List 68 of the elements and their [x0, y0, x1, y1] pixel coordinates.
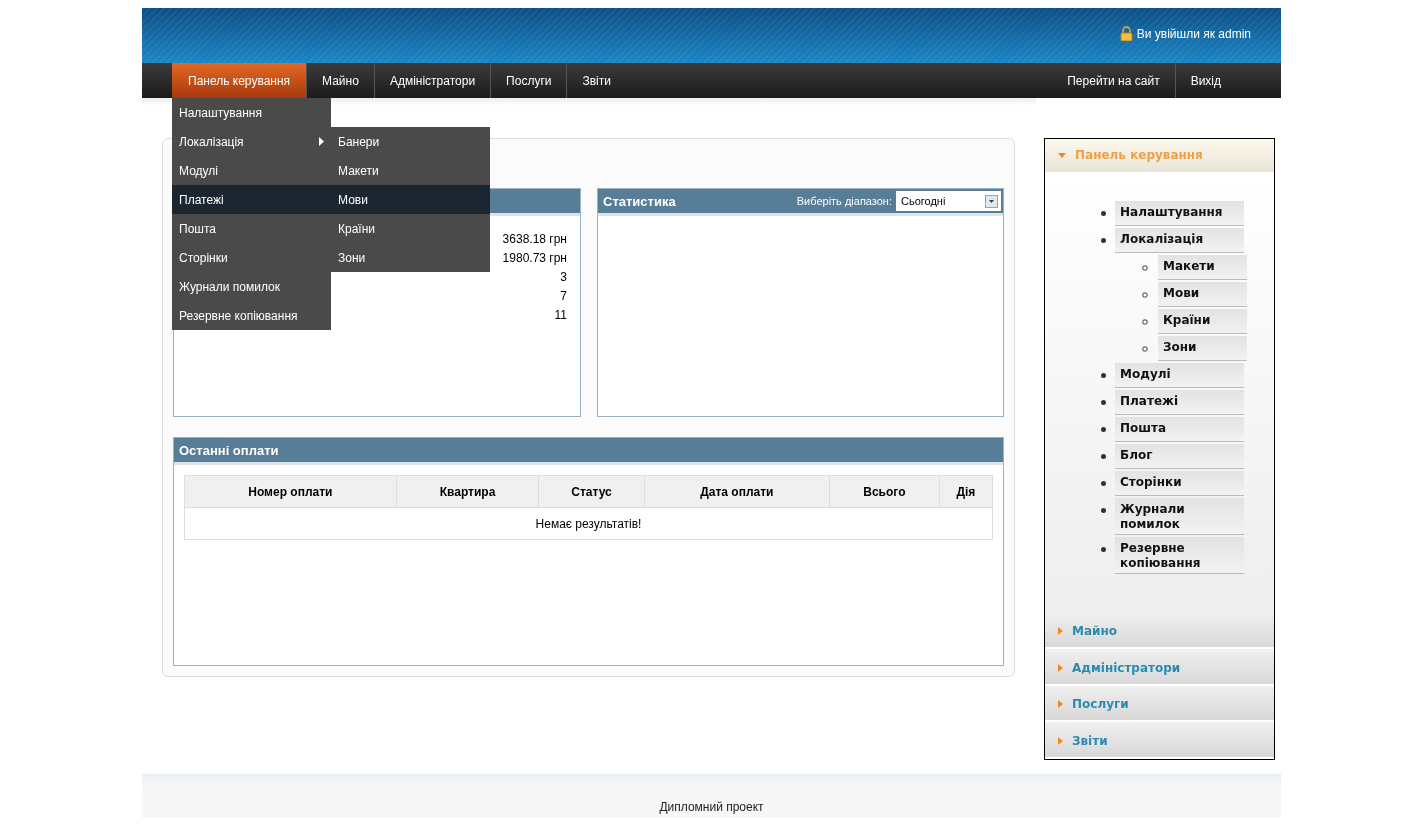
sidebar-link[interactable]: Країни [1158, 308, 1247, 334]
empty-message: Немає результатів! [184, 507, 993, 540]
menu-item[interactable]: Налаштування [172, 98, 331, 127]
circle-bullet-icon [1142, 291, 1148, 298]
summary-value: 11 [554, 307, 567, 324]
column-header: Дія [939, 475, 993, 508]
menu-item[interactable]: Зони [331, 243, 490, 272]
bullet-icon [1101, 426, 1106, 432]
menu-item[interactable]: Банери [331, 127, 490, 156]
sidebar-link[interactable]: Локалізація [1115, 227, 1244, 253]
summary-value: 3 [560, 269, 567, 286]
sidebar-link[interactable]: Резервне копіювання [1115, 536, 1244, 574]
panel-title: Статистика [603, 193, 677, 209]
menu-item[interactable]: Локалізація [172, 127, 331, 156]
lock-icon [1119, 26, 1133, 41]
column-header: Всього [829, 475, 940, 508]
sidebar-link[interactable]: Налаштування [1115, 200, 1244, 226]
nav-tab[interactable]: Звіти [567, 63, 626, 98]
caret-right-icon [1058, 736, 1063, 745]
menu-item[interactable]: Мови [331, 185, 490, 214]
menu-item[interactable]: Модулі [172, 156, 331, 185]
bullet-icon [1101, 237, 1106, 243]
nav-tab[interactable]: Панель керування [172, 63, 308, 98]
nav-link[interactable]: Вихід [1175, 63, 1236, 98]
sidebar-link[interactable]: Мови [1158, 281, 1247, 307]
panel-title: Останні оплати [179, 442, 280, 458]
login-status: Ви увійшли як admin [1136, 26, 1251, 41]
sidebar-link[interactable]: Макети [1158, 254, 1247, 280]
bullet-icon [1101, 480, 1106, 486]
range-label: Виберіть діапазон: [796, 195, 892, 207]
summary-value: 7 [560, 288, 567, 305]
sidebar-link[interactable]: Модулі [1115, 362, 1244, 388]
menu-item[interactable]: Макети [331, 156, 490, 185]
footer-text: Дипломний проект [659, 800, 764, 814]
caret-right-icon [1058, 700, 1063, 709]
menu-item[interactable]: Журнали помилок [172, 272, 331, 301]
sidebar-link[interactable]: Журнали помилок [1115, 497, 1244, 535]
sidebar-link[interactable]: Сторінки [1115, 470, 1244, 496]
caret-right-icon [1058, 663, 1063, 672]
summary-value: 1980.73 грн [502, 250, 567, 267]
menu-item[interactable]: Пошта [172, 214, 331, 243]
menu-item[interactable]: Країни [331, 214, 490, 243]
bullet-icon [1101, 546, 1106, 552]
circle-bullet-icon [1142, 318, 1148, 325]
bullet-icon [1101, 507, 1106, 513]
menu-item[interactable]: Платежі [172, 185, 331, 214]
sidebar-link[interactable]: Платежі [1115, 389, 1244, 415]
column-header: Номер оплати [184, 475, 397, 508]
sidebar-link[interactable]: Зони [1158, 335, 1247, 361]
summary-value: 3638.18 грн [502, 231, 567, 248]
column-header: Квартира [396, 475, 539, 508]
caret-down-icon [1058, 152, 1066, 158]
menu-item[interactable]: Сторінки [172, 243, 331, 272]
sidebar-link[interactable]: Пошта [1115, 416, 1244, 442]
sidebar-link[interactable]: Блог [1115, 443, 1244, 469]
menu-item[interactable]: Резервне копіювання [172, 301, 331, 330]
bullet-icon [1101, 453, 1106, 459]
bullet-icon [1101, 210, 1106, 216]
bullet-icon [1101, 399, 1106, 405]
range-select[interactable]: Сьогодні [896, 191, 1001, 211]
circle-bullet-icon [1142, 264, 1148, 271]
bullet-icon [1101, 372, 1106, 378]
submenu-arrow-icon [319, 137, 324, 146]
nav-link[interactable]: Перейти на сайт [1052, 63, 1176, 98]
caret-right-icon [1058, 627, 1063, 636]
column-header: Статус [538, 475, 645, 508]
column-header: Дата оплати [644, 475, 830, 508]
circle-bullet-icon [1142, 345, 1148, 352]
